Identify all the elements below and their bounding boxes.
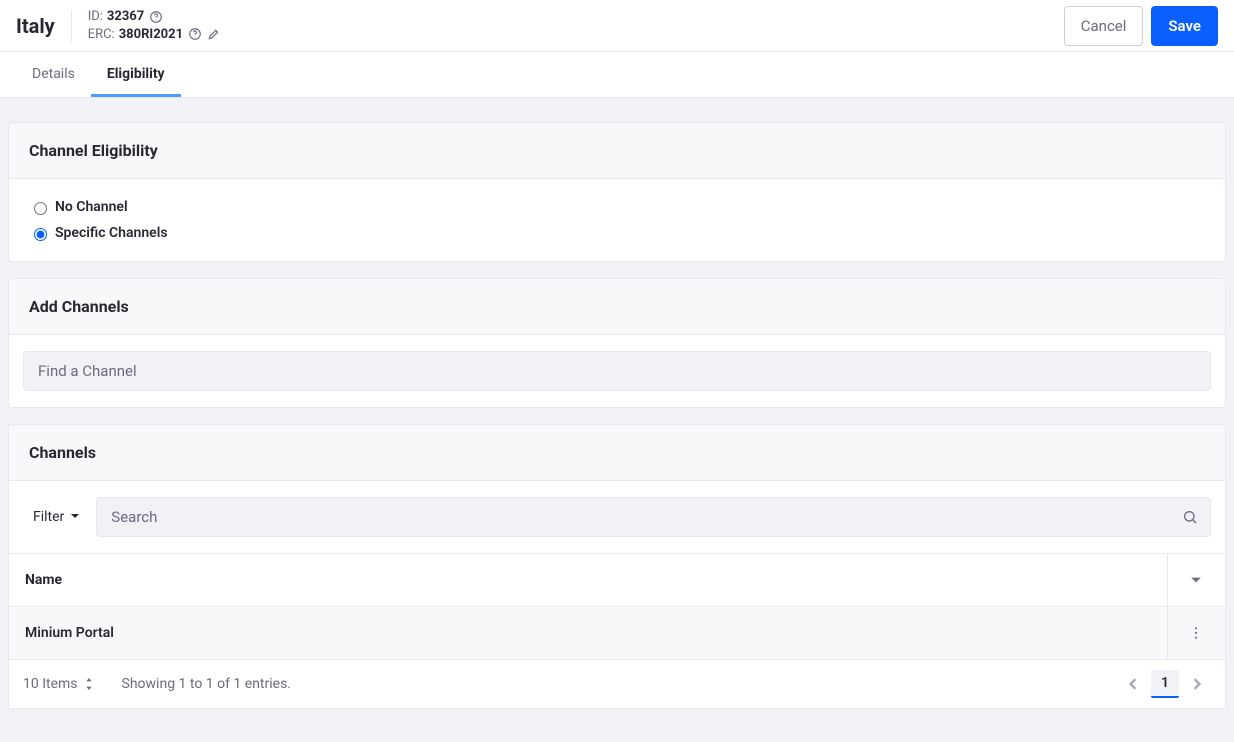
tab-details[interactable]: Details	[16, 52, 91, 97]
table-row[interactable]: Minium Portal	[9, 607, 1225, 660]
radio-specific-channels[interactable]	[34, 228, 47, 241]
panel-add-channels: Add Channels	[8, 278, 1226, 408]
caret-down-icon	[1184, 574, 1210, 586]
id-value: 32367	[107, 8, 144, 26]
find-channel-input[interactable]	[36, 361, 1198, 381]
search-field[interactable]	[96, 497, 1211, 537]
help-icon[interactable]	[187, 27, 202, 42]
erc-value: 380RI2021	[119, 26, 183, 44]
filter-label: Filter	[33, 509, 64, 525]
save-button[interactable]: Save	[1151, 6, 1218, 46]
id-label: ID:	[88, 8, 103, 26]
col-name[interactable]: Name	[9, 554, 1167, 607]
page-size-dropdown[interactable]: 10 Items	[23, 676, 94, 692]
row-actions-button[interactable]	[1184, 625, 1210, 641]
search-icon[interactable]	[1182, 509, 1198, 525]
panel-title: Channels	[9, 425, 1225, 481]
col-sort[interactable]	[1167, 554, 1225, 607]
search-input[interactable]	[109, 507, 1182, 527]
header-meta: ID: 32367 ERC: 380RI2021	[88, 8, 225, 43]
panel-title: Channel Eligibility	[9, 123, 1225, 179]
prev-page-button[interactable]	[1119, 670, 1147, 698]
help-icon[interactable]	[148, 9, 163, 24]
radio-specific-channels-label[interactable]: Specific Channels	[55, 225, 168, 241]
panel-title: Add Channels	[9, 279, 1225, 335]
next-page-button[interactable]	[1183, 670, 1211, 698]
panel-channels: Channels Filter Name	[8, 424, 1226, 709]
caret-down-icon	[70, 509, 80, 525]
erc-label: ERC:	[88, 26, 115, 44]
cancel-button[interactable]: Cancel	[1064, 6, 1144, 46]
header-bar: Italy ID: 32367 ERC: 380RI2021 Cancel Sa…	[0, 0, 1234, 52]
showing-label: Showing 1 to 1 of 1 entries.	[122, 676, 291, 692]
filter-button[interactable]: Filter	[29, 509, 84, 525]
radio-no-channel-label[interactable]: No Channel	[55, 199, 128, 215]
radio-no-channel[interactable]	[34, 202, 47, 215]
header-separator	[71, 10, 72, 42]
channels-toolbar: Filter	[9, 481, 1225, 554]
tabs: Details Eligibility	[0, 52, 1234, 98]
current-page[interactable]: 1	[1151, 670, 1179, 698]
find-channel-field[interactable]	[23, 351, 1211, 391]
cell-name: Minium Portal	[9, 607, 1167, 660]
tab-eligibility[interactable]: Eligibility	[91, 52, 181, 97]
channels-table: Name Minium Portal	[9, 554, 1225, 660]
up-down-icon	[84, 678, 94, 690]
pagination-bar: 10 Items Showing 1 to 1 of 1 entries. 1	[9, 660, 1225, 708]
pencil-icon[interactable]	[206, 27, 221, 42]
page-title: Italy	[16, 14, 55, 38]
panel-channel-eligibility: Channel Eligibility No Channel Specific …	[8, 122, 1226, 262]
page-size-label: 10 Items	[23, 676, 78, 692]
